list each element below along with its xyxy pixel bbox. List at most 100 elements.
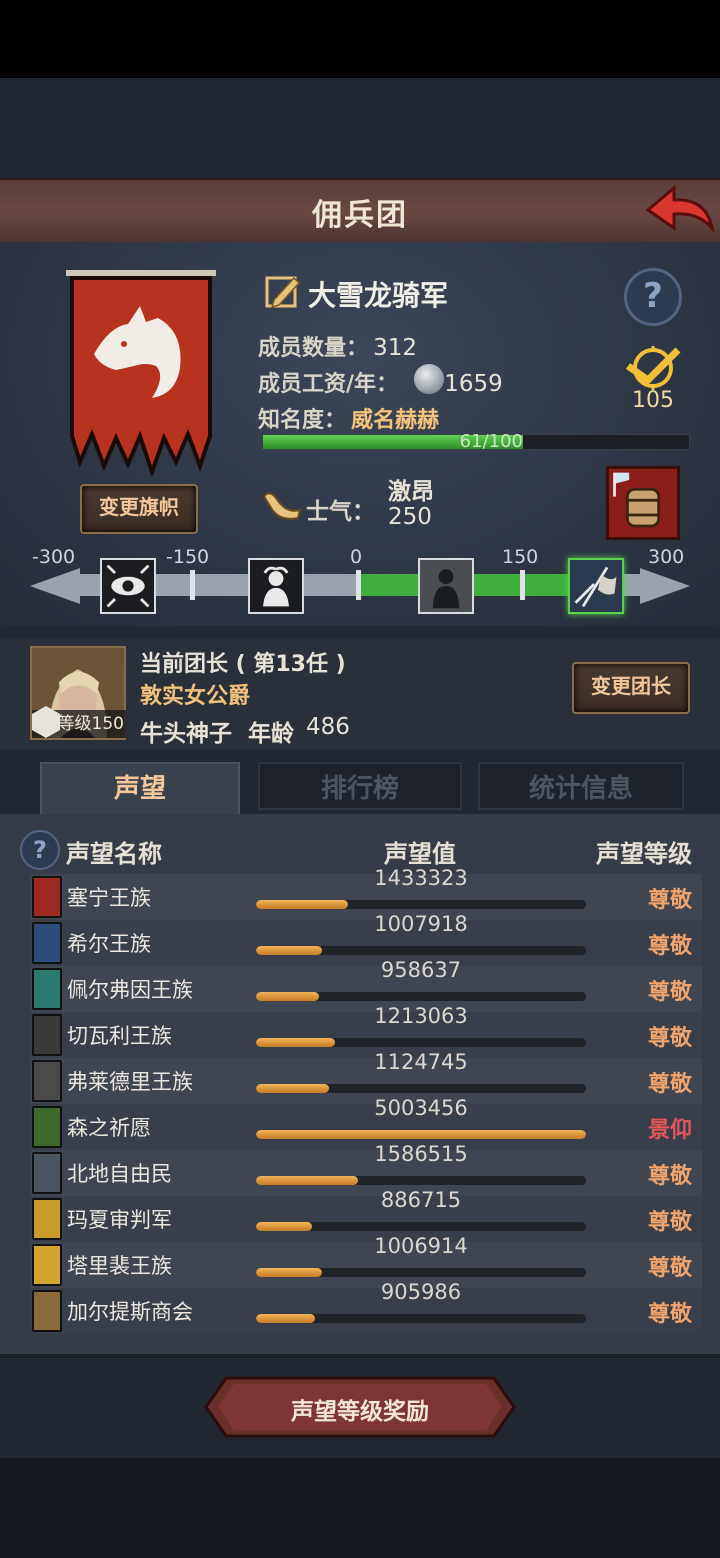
reputation-progress-fill (256, 1268, 322, 1277)
tab-ranking[interactable]: 排行榜 (258, 762, 462, 810)
reputation-progress-bar (256, 1176, 586, 1185)
reputation-progress-bar (256, 992, 586, 1001)
scale-tick (356, 570, 361, 600)
morale-value: 250 (388, 504, 432, 530)
legion-name: 大雪龙骑军 (308, 279, 449, 312)
reputation-progress-fill (256, 900, 349, 909)
morale-eye-icon[interactable] (100, 558, 156, 614)
faction-name: 弗莱德里王族 (67, 1070, 193, 1094)
bottom-bar (0, 1458, 720, 1558)
reputation-level: 尊敬 (647, 1302, 692, 1327)
morale-label: 士气： (306, 499, 375, 525)
tab-reputation[interactable]: 声望 (40, 762, 240, 816)
reputation-value: 1006914 (374, 1234, 468, 1258)
morale-event-icon[interactable] (606, 466, 680, 540)
back-arrow-icon[interactable] (640, 182, 716, 236)
reputation-progress-bar (256, 1268, 586, 1277)
wage-row: 成员工资/年： 1659 (258, 366, 503, 398)
members-label: 成员数量： (258, 336, 369, 361)
faction-emblem-icon (32, 1244, 62, 1286)
faction-emblem-icon (32, 1014, 62, 1056)
morale-calm-icon[interactable] (418, 558, 474, 614)
fame-progress-bar: 61/100 (262, 431, 690, 452)
fame-row: 知名度： 威名赫赫 (258, 402, 439, 434)
reputation-progress-bar (256, 1038, 586, 1047)
reputation-progress-bar (256, 1130, 586, 1139)
reputation-value: 1213063 (374, 1004, 468, 1028)
legion-banner-icon (66, 270, 216, 476)
change-leader-button[interactable]: 变更团长 (572, 662, 690, 714)
reputation-value: 905986 (380, 1280, 462, 1304)
reputation-progress-bar (256, 900, 586, 909)
reputation-progress-fill (256, 992, 319, 1001)
faction-emblem-icon (32, 1152, 62, 1194)
table-row[interactable]: 加尔提斯商会 905986 尊敬 (30, 1280, 702, 1334)
reputation-level: 尊敬 (647, 1026, 692, 1051)
reputation-level: 景仰 (647, 1118, 692, 1143)
faction-name: 切瓦利王族 (67, 1024, 172, 1048)
reputation-progress-fill (256, 1084, 329, 1093)
scale-label-min: -300 (32, 546, 76, 568)
scale-arrow-left (30, 568, 80, 604)
scale-label-low: -150 (166, 546, 210, 568)
reputation-progress-bar (256, 1084, 586, 1093)
scale-tick (520, 570, 525, 600)
reputation-level: 尊敬 (647, 1256, 692, 1281)
faction-emblem-icon (32, 1060, 62, 1102)
reputation-value: 958637 (380, 958, 462, 982)
members-row: 成员数量： 312 (258, 330, 417, 362)
faction-emblem-icon (32, 1198, 62, 1240)
morale-excited-icon[interactable] (568, 558, 624, 614)
scale-label-high: 150 (502, 546, 539, 568)
reputation-progress-fill (256, 946, 322, 955)
morale-state: 激昂 (388, 479, 434, 505)
help-icon[interactable]: ? (20, 830, 60, 870)
reputation-reward-label: 声望等级奖励 (291, 1399, 429, 1425)
faction-name: 希尔王族 (67, 932, 151, 956)
reputation-value: 886715 (380, 1188, 462, 1212)
leader-heading: 当前团长 ( 第13任 ) (140, 652, 346, 677)
scale-label-max: 300 (648, 546, 685, 568)
column-header-level: 声望等级 (596, 840, 692, 868)
morale-horn-icon (262, 492, 302, 520)
reputation-value: 1124745 (374, 1050, 468, 1074)
faction-name: 加尔提斯商会 (67, 1300, 193, 1324)
silver-coin-icon (414, 364, 444, 394)
faction-name: 佩尔弗因王族 (67, 978, 193, 1002)
change-banner-button[interactable]: 变更旗帜 (80, 484, 198, 534)
reputation-progress-fill (256, 1038, 336, 1047)
members-value: 312 (373, 335, 418, 361)
fame-label: 知名度： (258, 408, 347, 433)
faction-emblem-icon (32, 922, 62, 964)
faction-name: 塞宁王族 (67, 886, 151, 910)
faction-emblem-icon (32, 968, 62, 1010)
reputation-value: 1433323 (374, 866, 468, 890)
column-header-value: 声望值 (384, 840, 456, 868)
morale-despair-icon[interactable] (248, 558, 304, 614)
reputation-progress-bar (256, 1222, 586, 1231)
wage-label: 成员工资/年： (258, 372, 399, 397)
leader-title: 敦实女公爵 (140, 684, 251, 709)
scale-tick (190, 570, 195, 600)
fame-progress-text: 61/100 (459, 431, 523, 452)
reputation-level: 尊敬 (647, 980, 692, 1005)
reputation-progress-fill (256, 1130, 586, 1139)
achievement-icon[interactable] (624, 344, 682, 392)
scale-arrow-right (640, 568, 690, 604)
page-title: 佣兵团 (312, 198, 408, 233)
scale-label-zero: 0 (350, 546, 363, 568)
faction-emblem-icon (32, 1290, 62, 1332)
reputation-level: 尊敬 (647, 1164, 692, 1189)
faction-name: 玛夏审判军 (67, 1208, 172, 1232)
tab-statistics[interactable]: 统计信息 (478, 762, 684, 810)
faction-emblem-icon (32, 1106, 62, 1148)
reputation-progress-fill (256, 1222, 313, 1231)
faction-name: 森之祈愿 (67, 1116, 151, 1140)
reputation-progress-bar (256, 946, 586, 955)
reputation-level: 尊敬 (647, 1210, 692, 1235)
reputation-level: 尊敬 (647, 888, 692, 913)
help-icon[interactable]: ? (624, 268, 682, 326)
reputation-progress-fill (256, 1314, 316, 1323)
reputation-progress-bar (256, 1314, 586, 1323)
edit-name-icon[interactable] (264, 272, 302, 310)
